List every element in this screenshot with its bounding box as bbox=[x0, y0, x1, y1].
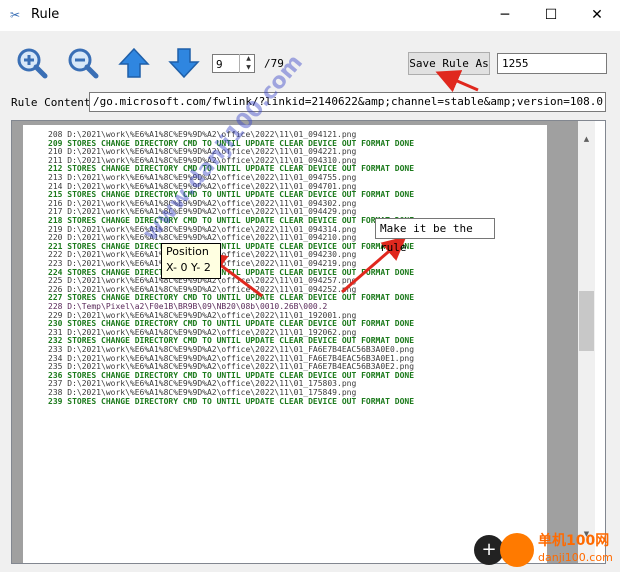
annotation-arrows bbox=[202, 70, 479, 298]
position-tooltip: Position X- 0 Y- 2 bbox=[161, 243, 221, 279]
logo-orange-icon bbox=[500, 533, 534, 567]
logo-text: 单机100网 bbox=[538, 533, 610, 549]
make-rule-tooltip[interactable]: Make it be the rule bbox=[375, 218, 495, 254]
position-title: Position bbox=[166, 245, 209, 258]
arrow-to-save bbox=[435, 70, 479, 93]
logo-url: danji100.com bbox=[538, 551, 613, 564]
position-value: X- 0 Y- 2 bbox=[166, 261, 211, 274]
